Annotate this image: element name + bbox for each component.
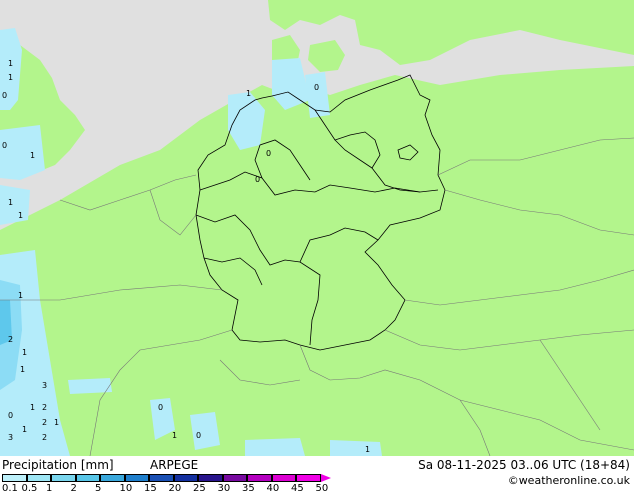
precip-label: 0 xyxy=(2,91,7,100)
legend-swatch xyxy=(222,474,247,482)
legend-tick-label: 50 xyxy=(315,483,329,494)
precip-label: 0 xyxy=(255,175,260,184)
precip-label: 2 xyxy=(42,403,47,412)
precip-label: 1 xyxy=(54,418,59,427)
credit-text: ©weatheronline.co.uk xyxy=(507,474,630,487)
precip-label: 0 xyxy=(158,403,163,412)
model-name: ARPEGE xyxy=(150,458,199,472)
legend-tick-label: 0.5 xyxy=(21,483,38,494)
legend-swatch xyxy=(2,474,27,482)
precip-label: 1 xyxy=(365,445,370,454)
precip-label: 1 xyxy=(8,73,13,82)
legend-swatch xyxy=(296,474,321,482)
precip-label: 0 xyxy=(2,141,7,150)
precip-label: 2 xyxy=(42,418,47,427)
legend-swatch xyxy=(26,474,51,482)
legend-swatch xyxy=(75,474,100,482)
legend-swatch xyxy=(173,474,198,482)
legend-tick-label: 15 xyxy=(144,483,157,494)
legend-tick-label: 45 xyxy=(291,483,304,494)
precip-label: 1 xyxy=(18,291,23,300)
precip-label: 1 xyxy=(22,348,27,357)
legend-swatch xyxy=(149,474,174,482)
legend-tick-label: 25 xyxy=(193,483,206,494)
precip-label: 0 xyxy=(314,83,319,92)
legend-swatch xyxy=(198,474,223,482)
legend-tick-label: 1 xyxy=(46,483,53,494)
legend-tick-label: 40 xyxy=(266,483,280,494)
precip-label: 0 xyxy=(266,149,271,158)
precip-label: 3 xyxy=(8,433,13,442)
legend-tick-label: 20 xyxy=(168,483,182,494)
precipitation-map: 1 1 0 1 1 0 1 1 2 1 1 3 2 1 0 1 2 1 3 2 … xyxy=(0,0,634,456)
legend-tick-label: 5 xyxy=(95,483,102,494)
legend-tick-label: 2 xyxy=(70,483,77,494)
precip-label: 2 xyxy=(8,335,13,344)
precip-label: 1 xyxy=(172,431,177,440)
legend-arrow xyxy=(320,474,331,482)
precip-label: 1 xyxy=(8,198,13,207)
valid-time: Sa 08-11-2025 03..06 UTC (18+84) xyxy=(418,458,630,472)
precip-label: 0 xyxy=(8,411,13,420)
precip-label: 1 xyxy=(30,403,35,412)
legend-swatch xyxy=(247,474,272,482)
precip-label: 1 xyxy=(20,365,25,374)
legend-swatch xyxy=(271,474,296,482)
legend-tick-label: 0.1 xyxy=(2,483,18,494)
precip-label: 1 xyxy=(22,425,27,434)
precip-label: 1 xyxy=(8,59,13,68)
precip-label: 0 xyxy=(196,431,201,440)
legend-tick-label: 35 xyxy=(242,483,255,494)
precip-label: 1 xyxy=(30,151,35,160)
legend-swatch xyxy=(124,474,149,482)
legend-tick-label: 30 xyxy=(217,483,231,494)
precip-label: 3 xyxy=(42,381,47,390)
legend-swatch xyxy=(51,474,76,482)
legend-tick-label: 10 xyxy=(119,483,133,494)
precip-label: 2 xyxy=(42,433,47,442)
product-title: Precipitation [mm] xyxy=(2,458,114,472)
precip-label: 1 xyxy=(246,89,251,98)
legend-swatch xyxy=(100,474,125,482)
precip-label: 1 xyxy=(18,211,23,220)
